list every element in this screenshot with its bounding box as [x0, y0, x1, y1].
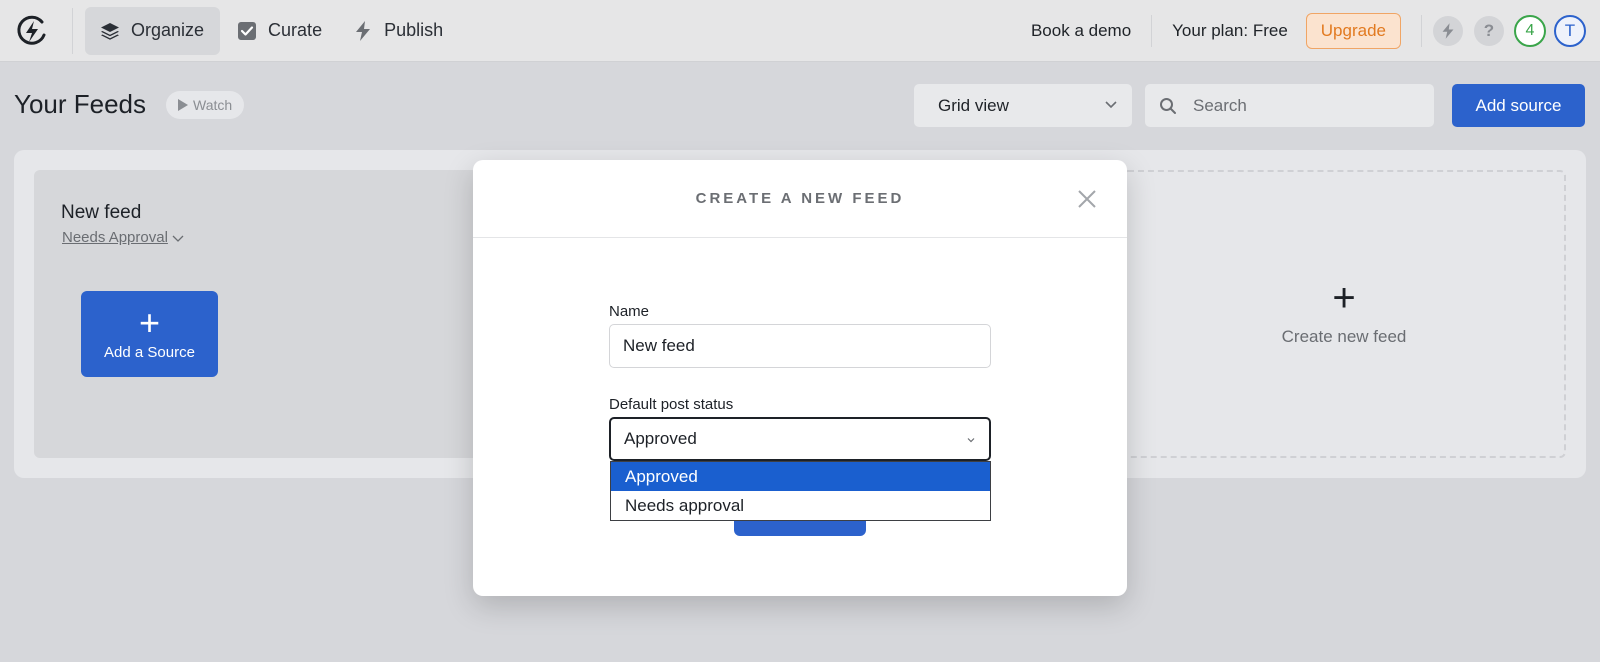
- tab-organize[interactable]: Organize: [85, 6, 221, 55]
- upgrade-button[interactable]: Upgrade: [1305, 13, 1401, 49]
- avatar[interactable]: T: [1554, 15, 1586, 47]
- page-title: Your Feeds: [14, 89, 147, 119]
- checkbox-icon: [236, 20, 258, 42]
- status-option-approved[interactable]: Approved: [611, 462, 990, 491]
- close-icon[interactable]: [1077, 189, 1097, 209]
- create-new-feed-label: Create new feed: [1281, 327, 1407, 346]
- chevron-down-icon: [967, 438, 975, 443]
- progress-badge[interactable]: 4: [1514, 15, 1546, 47]
- tab-publish-label: Publish: [384, 20, 444, 40]
- plan-label: Your plan: Free: [1172, 21, 1288, 40]
- add-a-source-button[interactable]: + Add a Source: [81, 291, 218, 377]
- view-select-value: Grid view: [938, 95, 1009, 115]
- create-new-feed-card[interactable]: + Create new feed: [1122, 170, 1566, 458]
- nav-divider: [72, 7, 73, 54]
- help-button[interactable]: ?: [1474, 16, 1504, 46]
- tab-publish[interactable]: Publish: [338, 7, 459, 55]
- nav-divider: [1421, 15, 1422, 47]
- feed-status-dropdown[interactable]: Needs Approval: [62, 229, 184, 246]
- play-icon: [178, 99, 188, 111]
- search-icon: [1160, 97, 1176, 114]
- watch-button[interactable]: Watch: [166, 91, 245, 119]
- status-label: Default post status: [609, 396, 734, 413]
- feed-name: New feed: [61, 202, 142, 223]
- tab-curate-label: Curate: [268, 20, 323, 40]
- feed-status-label: Needs Approval: [62, 229, 168, 246]
- create-feed-modal: CREATE A NEW FEED Name Default post stat…: [473, 160, 1127, 596]
- app-logo-icon[interactable]: [14, 13, 50, 49]
- tab-curate[interactable]: Curate: [222, 7, 338, 55]
- modal-header: CREATE A NEW FEED: [473, 160, 1127, 238]
- status-option-needs-approval[interactable]: Needs approval: [611, 491, 990, 520]
- plus-icon: +: [1332, 276, 1356, 320]
- tab-organize-label: Organize: [131, 20, 205, 40]
- lightning-button[interactable]: [1433, 16, 1463, 46]
- chevron-down-icon: [172, 235, 184, 242]
- top-nav-bar: Organize Curate Publish Book a demo Your…: [0, 0, 1600, 62]
- plus-icon: +: [138, 301, 161, 343]
- lightning-icon: [352, 20, 374, 42]
- add-a-source-label: Add a Source: [104, 343, 195, 361]
- layers-icon: [99, 20, 121, 42]
- feed-card: New feed Needs Approval + Add a Source: [34, 170, 494, 458]
- book-demo-link[interactable]: Book a demo: [1011, 21, 1151, 41]
- default-status-select[interactable]: Approved: [609, 417, 991, 461]
- lightning-icon: [1442, 23, 1454, 39]
- chevron-down-icon: [1105, 101, 1117, 109]
- search-input[interactable]: [1193, 95, 1413, 116]
- nav-right-group: Book a demo Your plan: Free Upgrade ? 4 …: [1011, 0, 1600, 62]
- view-select[interactable]: Grid view: [914, 84, 1132, 127]
- modal-title: CREATE A NEW FEED: [695, 190, 905, 207]
- name-label: Name: [609, 303, 650, 320]
- add-source-button[interactable]: Add source: [1452, 84, 1585, 127]
- status-dropdown-list: Approved Needs approval: [610, 461, 991, 521]
- feed-name-input[interactable]: [609, 324, 991, 368]
- watch-label: Watch: [193, 97, 233, 113]
- search-box: [1145, 84, 1434, 127]
- status-select-value: Approved: [624, 429, 697, 448]
